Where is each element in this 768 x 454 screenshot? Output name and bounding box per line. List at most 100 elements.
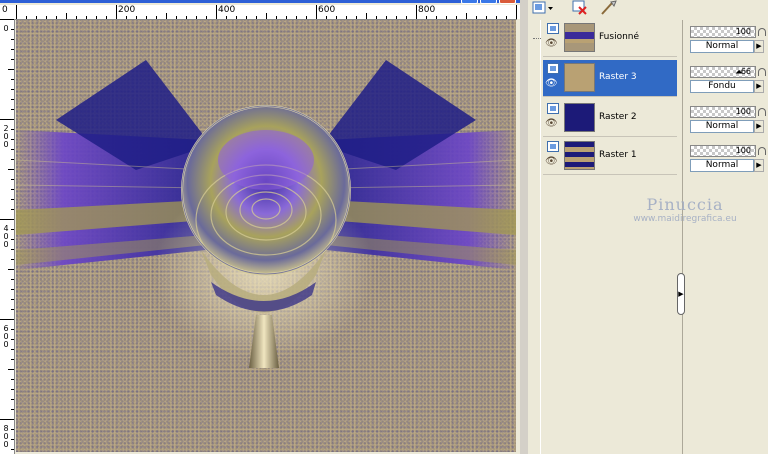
layer-type-icon <box>547 103 559 114</box>
ruler-tick <box>456 16 457 19</box>
ruler-tick <box>11 159 14 160</box>
ruler-tick <box>11 99 14 100</box>
ruler-tick <box>166 13 167 19</box>
ruler-tick <box>11 259 14 260</box>
ruler-tick <box>516 5 517 19</box>
ruler-tick <box>0 319 14 320</box>
opacity-slider[interactable]: 100 <box>690 145 756 157</box>
opacity-slider[interactable]: 100 <box>690 26 756 38</box>
ruler-tick <box>0 219 14 220</box>
blend-mode-select[interactable]: Normal <box>690 159 754 172</box>
eye-icon[interactable]: 👁 <box>545 39 558 49</box>
ruler-tick <box>11 329 14 330</box>
blend-mode-arrow-icon[interactable]: ▶ <box>754 120 764 133</box>
ruler-tick <box>426 16 427 19</box>
ruler-tick <box>11 189 14 190</box>
image-canvas[interactable] <box>16 20 516 452</box>
ruler-tick <box>8 369 14 370</box>
brush-icon[interactable] <box>600 0 618 16</box>
minimize-button[interactable] <box>461 0 478 4</box>
opacity-value: 100 <box>735 107 751 116</box>
lock-icon[interactable] <box>758 68 766 76</box>
layer-row-raster-3[interactable]: 👁 Raster 3 <box>543 60 677 97</box>
palette-divider <box>682 20 683 454</box>
lock-icon[interactable] <box>758 28 766 36</box>
ruler-tick <box>11 409 14 410</box>
ruler-tick <box>136 16 137 19</box>
window-controls <box>461 0 516 4</box>
eye-icon[interactable]: 👁 <box>545 79 558 89</box>
ruler-tick <box>11 179 14 180</box>
watermark: Pinuccia www.maidiregrafica.eu <box>610 196 760 225</box>
collapse-arrow-icon[interactable]: ▶ <box>677 273 685 315</box>
ruler-tick <box>11 249 14 250</box>
ruler-tick <box>11 339 14 340</box>
close-button[interactable] <box>499 0 516 4</box>
layer-name: Raster 1 <box>599 150 637 160</box>
blend-mode-arrow-icon[interactable]: ▶ <box>754 80 764 93</box>
ruler-tick <box>11 279 14 280</box>
vertical-scrollbar[interactable] <box>517 19 520 454</box>
title-bar[interactable] <box>0 0 520 3</box>
blend-mode-select[interactable]: Normal <box>690 40 754 53</box>
layer-row-raster-1[interactable]: 👁 Raster 1 <box>543 138 677 175</box>
layer-list: 👁 Fusionné 👁 Raster 3 👁 Raster 2 👁 Raste… <box>533 20 679 454</box>
opacity-value: 66 <box>740 67 751 76</box>
ruler-label: 6 0 0 <box>3 324 9 349</box>
maximize-button[interactable] <box>480 0 497 4</box>
ruler-tick <box>8 169 14 170</box>
ruler-tick <box>16 5 17 19</box>
ruler-tick <box>11 389 14 390</box>
ruler-tick <box>266 13 267 19</box>
blend-mode-arrow-icon[interactable]: ▶ <box>754 159 764 172</box>
ruler-tick <box>416 5 417 19</box>
blend-mode-select[interactable]: Fondu <box>690 80 754 93</box>
ruler-label: 200 <box>118 5 136 15</box>
opacity-slider[interactable]: ⏶ 66 <box>690 66 756 78</box>
ruler-tick <box>176 16 177 19</box>
ruler-tick <box>486 16 487 19</box>
layer-thumbnail <box>564 103 595 132</box>
ruler-tick <box>46 16 47 19</box>
layer-row-raster-2[interactable]: 👁 Raster 2 <box>543 100 677 137</box>
lock-icon[interactable] <box>758 108 766 116</box>
ruler-tick <box>446 16 447 19</box>
ruler-tick <box>11 429 14 430</box>
ruler-tick <box>336 16 337 19</box>
ruler-tick <box>11 149 14 150</box>
ruler-tick <box>11 39 14 40</box>
watermark-url: www.maidiregrafica.eu <box>633 214 737 224</box>
ruler-tick <box>196 16 197 19</box>
ruler-tick <box>506 16 507 19</box>
ruler-tick <box>186 16 187 19</box>
lock-icon[interactable] <box>758 147 766 155</box>
ruler-tick <box>286 16 287 19</box>
ruler-top[interactable]: 0 200 400 600 800 <box>0 5 520 20</box>
ruler-tick <box>206 16 207 19</box>
layer-row-fusionne[interactable]: 👁 Fusionné <box>533 20 677 57</box>
layer-type-icon <box>547 23 559 34</box>
palette-toolbar <box>528 0 768 18</box>
ruler-tick <box>11 449 14 450</box>
ruler-tick <box>246 16 247 19</box>
eye-icon[interactable]: 👁 <box>545 119 558 129</box>
delete-layer-icon[interactable] <box>572 0 588 16</box>
ruler-label: 2 0 0 <box>3 124 9 149</box>
ruler-tick <box>11 89 14 90</box>
blend-mode-select[interactable]: Normal <box>690 120 754 133</box>
ruler-tick <box>11 79 14 80</box>
ruler-label: 4 0 0 <box>3 224 9 249</box>
blend-mode-arrow-icon[interactable]: ▶ <box>754 40 764 53</box>
ruler-tick <box>0 119 14 120</box>
ruler-left[interactable]: 0 2 0 0 4 0 0 6 0 0 8 0 0 <box>0 19 15 454</box>
layer-props-raster-2: 100 Normal ▶ <box>688 102 768 138</box>
opacity-slider[interactable]: 100 <box>690 106 756 118</box>
layer-thumbnail <box>564 63 595 92</box>
eye-icon[interactable]: 👁 <box>545 157 558 167</box>
new-layer-icon[interactable] <box>532 0 554 16</box>
ruler-tick <box>11 199 14 200</box>
opacity-value: 100 <box>735 146 751 155</box>
opacity-value: 100 <box>735 27 751 36</box>
ruler-tick <box>56 16 57 19</box>
ruler-tick <box>11 349 14 350</box>
